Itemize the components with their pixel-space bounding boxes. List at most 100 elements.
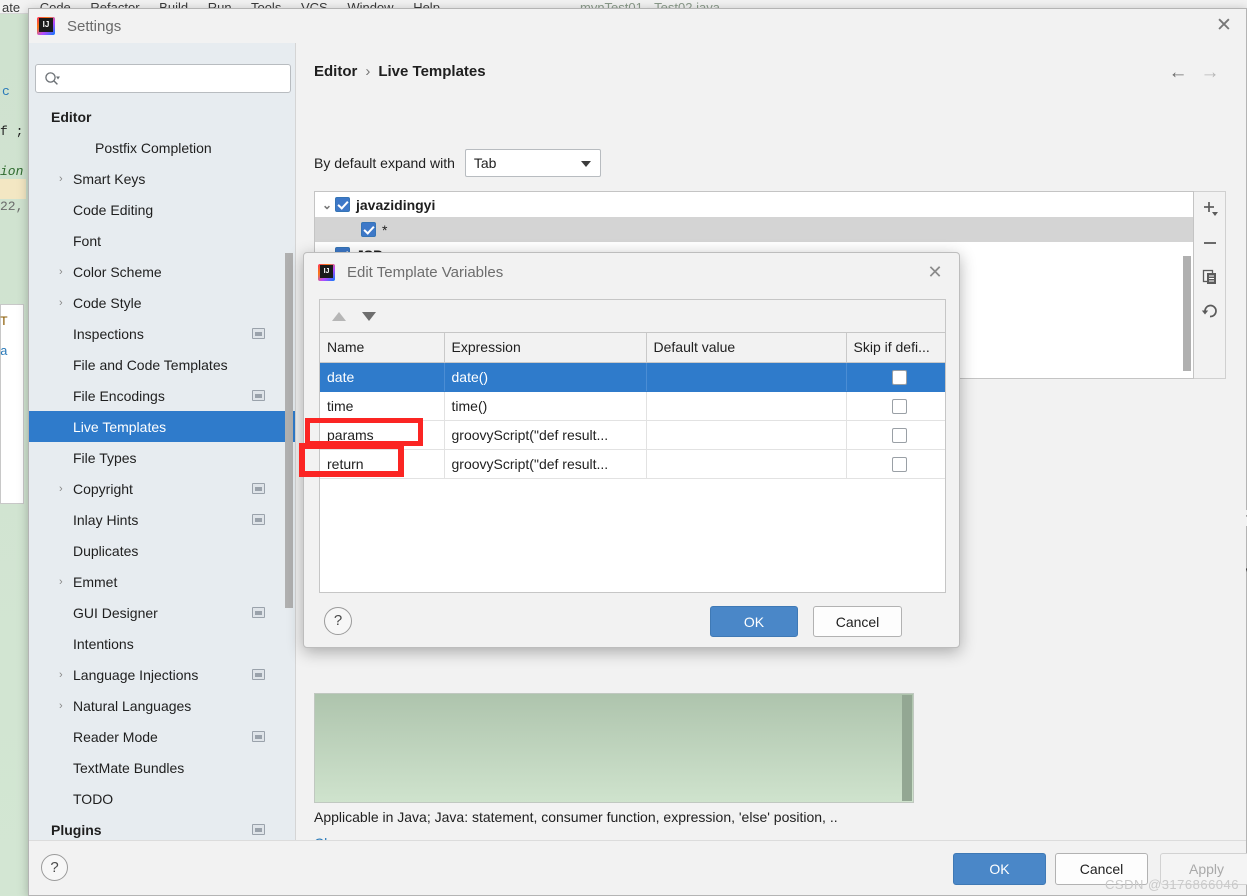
sidebar-item-duplicates[interactable]: Duplicates [29,535,295,566]
sidebar-item-editor[interactable]: Editor [29,101,295,132]
template-editor-scrollbar[interactable] [902,695,912,801]
tree-row-checkbox[interactable] [335,197,350,212]
sidebar-item-todo[interactable]: TODO [29,783,295,814]
default-expand-select[interactable]: Tab [464,149,601,177]
remove-icon[interactable] [1194,226,1226,260]
search-box[interactable] [35,64,291,93]
sidebar-item-intentions[interactable]: Intentions [29,628,295,659]
table-row[interactable]: time time() [320,391,945,421]
arrow-up-icon[interactable] [332,311,346,321]
sidebar-item-language-injections[interactable]: › Language Injections [29,659,295,690]
cell-default-value[interactable] [646,420,847,450]
ok-button[interactable]: OK [953,853,1046,885]
variables-table[interactable]: Name Expression Default value Skip if de… [320,333,945,479]
cell-skip-if-defined[interactable] [846,420,945,450]
chevron-right-icon[interactable]: › [59,297,69,308]
sidebar-item-plugins[interactable]: Plugins [29,814,295,840]
sidebar-item-label: Smart Keys [73,170,146,187]
chevron-right-icon[interactable]: › [59,483,69,494]
modified-badge-icon [252,669,265,680]
cell-default-value[interactable] [646,362,847,392]
chevron-right-icon[interactable]: › [59,669,69,680]
column-header-skip-if-defined[interactable]: Skip if defi... [846,333,945,363]
sidebar-item-code-style[interactable]: › Code Style [29,287,295,318]
sidebar-item-file-types[interactable]: File Types [29,442,295,473]
template-text-editor[interactable] [314,693,914,803]
breadcrumb-parent[interactable]: Editor [314,63,357,80]
add-icon[interactable] [1194,192,1226,226]
variables-table-toolbar[interactable] [320,300,945,333]
close-icon[interactable]: ✕ [925,263,945,283]
sidebar-item-file-encodings[interactable]: File Encodings [29,380,295,411]
copy-icon[interactable] [1194,260,1226,294]
sidebar-item-postfix-completion[interactable]: Postfix Completion [29,132,295,163]
cell-expression[interactable]: time() [444,391,647,421]
sidebar-item-reader-mode[interactable]: Reader Mode [29,721,295,752]
sidebar-nav-list[interactable]: Editor Postfix Completion › Smart Keys Code … [29,101,295,840]
sidebar-item-textmate-bundles[interactable]: TextMate Bundles [29,752,295,783]
sidebar-item-font[interactable]: Font [29,225,295,256]
revert-icon[interactable] [1194,294,1226,328]
cell-default-value[interactable] [646,449,847,479]
sidebar-item-smart-keys[interactable]: › Smart Keys [29,163,295,194]
cell-skip-if-defined[interactable] [846,449,945,479]
cell-name[interactable]: return [320,449,445,479]
cell-name[interactable]: params [320,420,445,450]
sidebar-item-color-scheme[interactable]: › Color Scheme [29,256,295,287]
ok-button[interactable]: OK [710,606,798,637]
table-row[interactable]: date date() [320,362,945,392]
help-button[interactable]: ? [41,854,68,881]
chevron-down-icon[interactable]: ⌄ [319,198,335,212]
arrow-right-icon[interactable]: → [1198,61,1222,85]
sidebar-item-gui-designer[interactable]: GUI Designer [29,597,295,628]
skip-if-defined-checkbox[interactable] [891,369,907,385]
cell-expression[interactable]: date() [444,362,647,392]
cell-name[interactable]: time [320,391,445,421]
breadcrumb-current: Live Templates [378,63,486,80]
menu-item[interactable]: ate [2,0,20,13]
search-input[interactable] [60,66,270,91]
cell-skip-if-defined[interactable] [846,391,945,421]
skip-if-defined-checkbox[interactable] [891,456,907,472]
column-header-expression[interactable]: Expression [444,333,647,363]
cell-name[interactable]: date [320,362,445,392]
sidebar-scrollbar[interactable] [285,253,293,608]
variables-table-body[interactable]: date date() time time() params groovyScript("… [320,362,945,479]
templates-tree-toolbar[interactable] [1194,191,1226,379]
chevron-right-icon[interactable]: › [59,700,69,711]
cell-default-value[interactable] [646,391,847,421]
column-header-default-value[interactable]: Default value [646,333,847,363]
sidebar-item-label: File Types [73,449,137,466]
sidebar-item-natural-languages[interactable]: › Natural Languages [29,690,295,721]
arrow-left-icon[interactable]: ← [1166,61,1190,85]
column-header-name[interactable]: Name [320,333,445,363]
sidebar-item-live-templates[interactable]: Live Templates [29,411,295,442]
sidebar-item-emmet[interactable]: › Emmet [29,566,295,597]
chevron-right-icon[interactable]: › [59,173,69,184]
cell-expression[interactable]: groovyScript("def result... [444,420,647,450]
cell-expression[interactable]: groovyScript("def result... [444,449,647,479]
chevron-right-icon[interactable]: › [59,266,69,277]
sidebar-item-code-editing[interactable]: Code Editing [29,194,295,225]
table-row[interactable]: params groovyScript("def result... [320,420,945,450]
cell-skip-if-defined[interactable] [846,362,945,392]
chevron-right-icon[interactable]: › [59,576,69,587]
sidebar-item-label: Color Scheme [73,263,162,280]
tree-row[interactable]: ⌄ javazidingyi [315,192,1193,217]
close-icon[interactable]: ✕ [1214,16,1234,37]
modified-badge-icon [252,328,265,339]
skip-if-defined-checkbox[interactable] [891,427,907,443]
skip-if-defined-checkbox[interactable] [891,398,907,414]
templates-tree-scrollbar[interactable] [1183,256,1191,371]
sidebar-item-inspections[interactable]: Inspections [29,318,295,349]
sidebar-item-copyright[interactable]: › Copyright [29,473,295,504]
tree-row[interactable]: * [315,217,1193,242]
help-button[interactable]: ? [324,607,352,635]
sidebar-item-inlay-hints[interactable]: Inlay Hints [29,504,295,535]
table-row[interactable]: return groovyScript("def result... [320,449,945,479]
cancel-button[interactable]: Cancel [813,606,902,637]
editor-completion-popup [0,304,24,504]
sidebar-item-file-and-code-templates[interactable]: File and Code Templates [29,349,295,380]
tree-row-checkbox[interactable] [361,222,376,237]
arrow-down-icon[interactable] [362,311,376,321]
